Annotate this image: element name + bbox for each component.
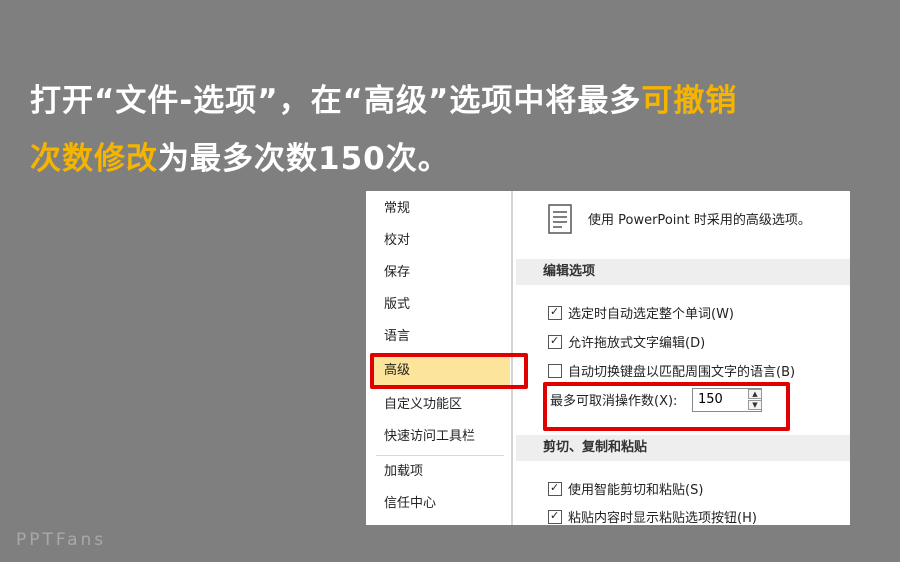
nav-item-quick-access-toolbar[interactable]: 快速访问工具栏 — [372, 422, 510, 452]
nav-item-language[interactable]: 语言 — [372, 322, 510, 352]
section-editing-options: 编辑选项 — [516, 259, 850, 285]
option-label: 使用智能剪切和粘贴(S) — [568, 483, 704, 498]
option-label: 选定时自动选定整个单词(W) — [568, 307, 734, 322]
check-icon: ✓ — [550, 305, 560, 318]
nav-item-layout[interactable]: 版式 — [372, 290, 510, 320]
headline-line-2: 次数修改为最多次数150次。 — [30, 130, 890, 188]
check-icon: ✓ — [550, 509, 560, 522]
option-label: 允许拖放式文字编辑(D) — [568, 336, 706, 351]
watermark-logo: PPTFans — [16, 530, 107, 550]
nav-item-trust-center[interactable]: 信任中心 — [372, 489, 510, 519]
option-select-whole-word[interactable]: ✓ 选定时自动选定整个单词(W) — [548, 303, 734, 323]
headline-text: 打开“文件-选项”，在“高级”选项中将最多 — [30, 83, 642, 119]
option-show-paste-options[interactable]: ✓ 粘贴内容时显示粘贴选项按钮(H) — [548, 507, 757, 525]
headline: 打开“文件-选项”，在“高级”选项中将最多可撤销 次数修改为最多次数150次。 — [30, 72, 890, 188]
options-intro-text: 使用 PowerPoint 时采用的高级选项。 — [588, 213, 811, 228]
nav-item-add-ins[interactable]: 加载项 — [372, 457, 510, 487]
options-document-icon — [548, 204, 572, 234]
option-label: 自动切换键盘以匹配周围文字的语言(B) — [568, 365, 796, 380]
check-icon: ✓ — [550, 334, 560, 347]
checkbox-select-whole-word[interactable]: ✓ — [548, 306, 562, 320]
checkbox-show-paste-options[interactable]: ✓ — [548, 510, 562, 524]
checkbox-auto-switch-keyboard[interactable] — [548, 364, 562, 378]
headline-highlight: 可撤销 — [641, 83, 738, 119]
check-icon: ✓ — [550, 481, 560, 494]
option-label: 粘贴内容时显示粘贴选项按钮(H) — [568, 511, 757, 525]
highlight-box-undo-count — [543, 382, 790, 431]
headline-text: 为最多次数150次。 — [158, 141, 450, 177]
headline-line-1: 打开“文件-选项”，在“高级”选项中将最多可撤销 — [30, 72, 890, 130]
option-drag-drop-editing[interactable]: ✓ 允许拖放式文字编辑(D) — [548, 332, 705, 352]
nav-divider — [376, 455, 504, 456]
nav-item-proofing[interactable]: 校对 — [372, 226, 510, 256]
nav-item-save[interactable]: 保存 — [372, 258, 510, 288]
nav-item-general[interactable]: 常规 — [372, 194, 510, 224]
checkbox-drag-drop-editing[interactable]: ✓ — [548, 335, 562, 349]
option-auto-switch-keyboard[interactable]: 自动切换键盘以匹配周围文字的语言(B) — [548, 361, 795, 381]
advanced-options-panel: 使用 PowerPoint 时采用的高级选项。 编辑选项 ✓ 选定时自动选定整个单… — [516, 191, 850, 525]
nav-item-customize-ribbon[interactable]: 自定义功能区 — [372, 390, 510, 420]
checkbox-smart-cut-paste[interactable]: ✓ — [548, 482, 562, 496]
highlight-box-advanced — [370, 353, 528, 389]
option-smart-cut-paste[interactable]: ✓ 使用智能剪切和粘贴(S) — [548, 479, 703, 499]
section-cut-copy-paste: 剪切、复制和粘贴 — [516, 435, 850, 461]
headline-highlight: 次数修改 — [30, 141, 158, 177]
